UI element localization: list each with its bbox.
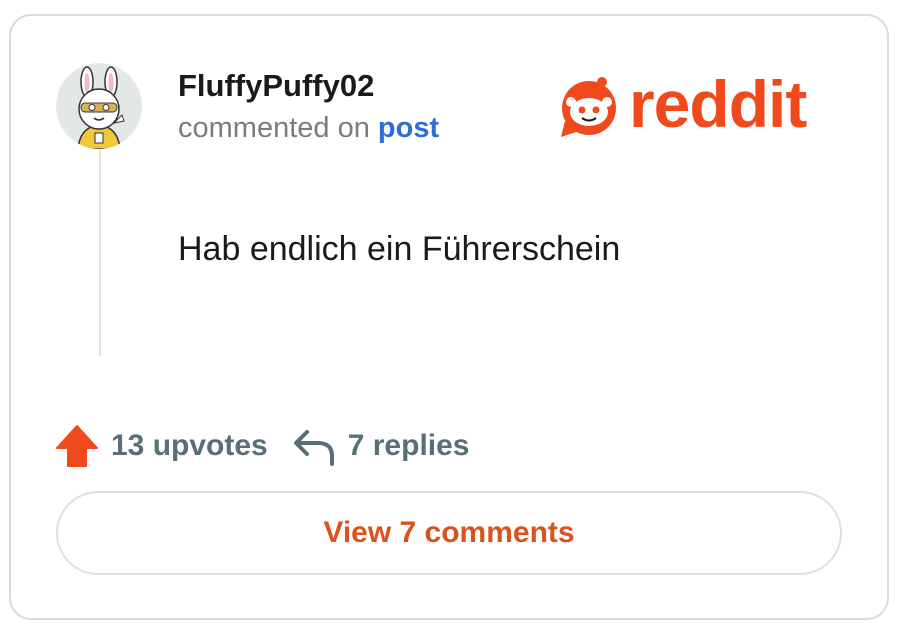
comment-stats: 13 upvotes 7 replies <box>55 421 469 471</box>
view-comments-button[interactable]: View 7 comments <box>56 491 842 575</box>
reddit-wordmark: reddit <box>629 67 807 141</box>
upvote-stat[interactable]: 13 upvotes <box>55 424 268 468</box>
upvote-arrow-icon[interactable] <box>55 424 99 468</box>
post-link[interactable]: post <box>378 112 439 144</box>
reply-count: 7 replies <box>347 429 470 462</box>
action-text: commented on <box>178 112 370 144</box>
upvote-count: 13 upvotes <box>111 429 268 462</box>
comment-meta: commented on post <box>178 112 439 145</box>
comment-body: Hab endlich ein Führerschein <box>178 230 621 268</box>
reddit-snoo-icon <box>561 77 616 137</box>
reply-arrow-icon[interactable] <box>292 426 336 466</box>
avatar[interactable] <box>56 63 142 149</box>
thread-line <box>99 150 101 356</box>
reddit-logo: reddit <box>559 67 807 141</box>
avatar-image <box>56 63 142 149</box>
comment-card[interactable]: FluffyPuffy02 commented on post reddit H… <box>9 14 889 620</box>
reply-stat[interactable]: 7 replies <box>268 426 470 466</box>
username[interactable]: FluffyPuffy02 <box>178 68 374 104</box>
